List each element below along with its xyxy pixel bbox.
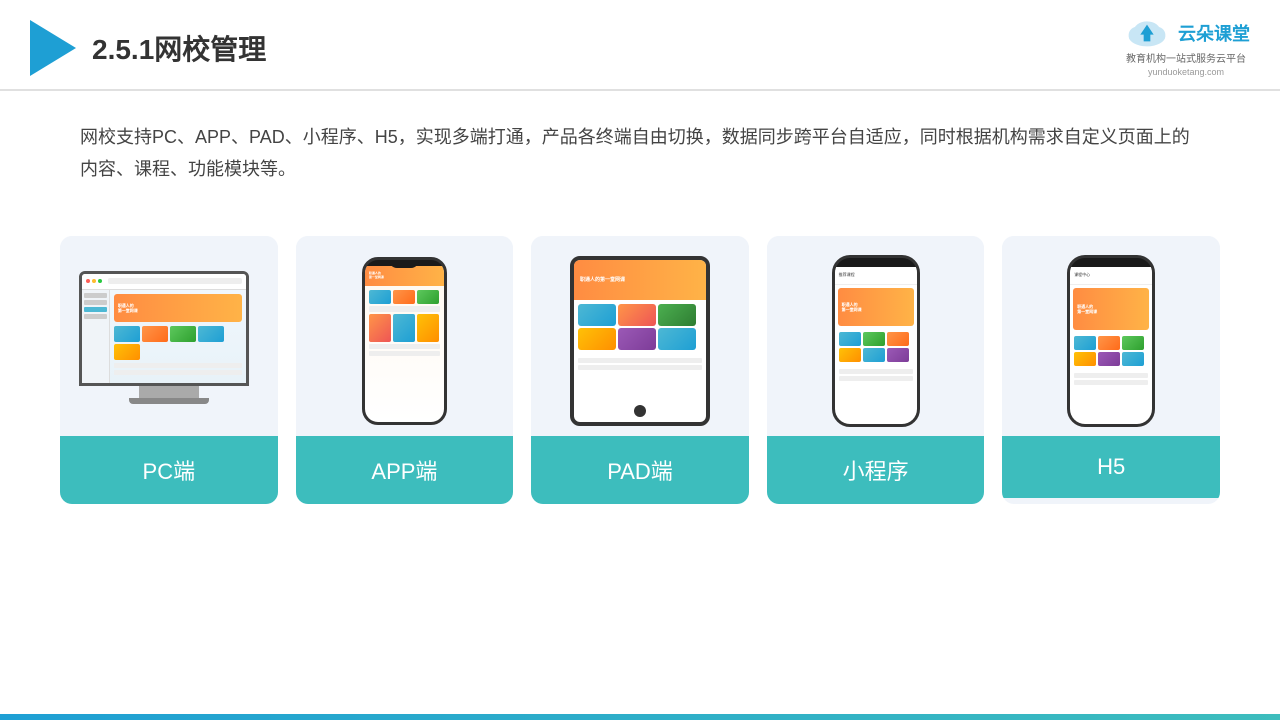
- h5-banner: 职通人的第一堂网课: [1073, 288, 1149, 330]
- tablet-cards: [574, 300, 706, 354]
- logo-triangle-icon: [30, 20, 76, 76]
- card-pad: 职通人的第一堂网课: [531, 236, 749, 504]
- screen-text-line2: [114, 370, 242, 375]
- phone-screen: 职通人的第一堂网课: [365, 266, 444, 422]
- brand-tagline: 教育机构一站式服务云平台: [1126, 50, 1246, 65]
- monitor-base: [129, 398, 209, 404]
- card-app-image: 职通人的第一堂网课: [296, 236, 514, 436]
- cloud-icon: [1122, 18, 1172, 48]
- card-pad-image: 职通人的第一堂网课: [531, 236, 749, 436]
- brand-name: 云朵课堂: [1178, 20, 1250, 46]
- tablet-banner-text: 职通人的第一堂网课: [580, 276, 625, 283]
- mp-title: 推荐课程: [839, 272, 855, 278]
- header: 2.5.1网校管理 云朵课堂 教育机构一站式服务云平台 yunduoketang…: [0, 0, 1280, 91]
- h5-phone-icon: 课程中心 职通人的第一堂网课: [1067, 255, 1155, 427]
- card-app: 职通人的第一堂网课: [296, 236, 514, 504]
- screen-main: 职通人的第一堂网课: [110, 290, 246, 383]
- tablet-text-lines: [574, 354, 706, 376]
- card-miniprogram: 推荐课程 职通人的第一堂网课: [767, 236, 985, 504]
- page-title: 2.5.1网校管理: [92, 28, 266, 68]
- mp-notch: [860, 258, 892, 267]
- card-miniprogram-image: 推荐课程 职通人的第一堂网课: [767, 236, 985, 436]
- mp-items: [835, 329, 917, 365]
- bottom-decoration-line: [0, 714, 1280, 720]
- screen-items: [114, 326, 242, 360]
- card-pc-image: 职通人的第一堂网课: [60, 236, 278, 436]
- mp-banner-text: 职通人的第一堂网课: [842, 302, 862, 312]
- cards-section: 职通人的第一堂网课: [0, 206, 1280, 504]
- miniprogram-phone-icon: 推荐课程 职通人的第一堂网课: [832, 255, 920, 427]
- screen-text-line: [114, 363, 242, 368]
- cloud-logo-container: 云朵课堂: [1122, 18, 1250, 48]
- screen-body: 职通人的第一堂网课: [82, 290, 246, 383]
- description-text: 网校支持PC、APP、PAD、小程序、H5，实现多端打通，产品各终端自由切换，数…: [0, 91, 1280, 196]
- card-app-label: APP端: [296, 436, 514, 504]
- phone-top-text: 职通人的第一堂网课: [369, 272, 384, 279]
- card-pad-label: PAD端: [531, 436, 749, 504]
- brand-logo: 云朵课堂 教育机构一站式服务云平台 yunduoketang.com: [1122, 18, 1250, 77]
- h5-banner-text: 职通人的第一堂网课: [1077, 304, 1097, 314]
- card-h5: 课程中心 职通人的第一堂网课: [1002, 236, 1220, 504]
- screen-header-bar: [82, 274, 246, 290]
- header-left: 2.5.1网校管理: [30, 20, 266, 76]
- screen-address-bar: [108, 278, 242, 284]
- card-h5-label: H5: [1002, 436, 1220, 498]
- monitor-screen: 职通人的第一堂网课: [79, 271, 249, 386]
- page-title-text: 2.5.1网校管理: [92, 34, 266, 65]
- h5-header-text: 课程中心: [1074, 272, 1090, 278]
- app-phone-icon: 职通人的第一堂网课: [362, 257, 447, 425]
- screen-dot-green: [98, 279, 102, 283]
- h5-items: [1070, 333, 1152, 369]
- mp-screen: 推荐课程 职通人的第一堂网课: [835, 267, 917, 424]
- brand-url: yunduoketang.com: [1148, 67, 1224, 77]
- pc-monitor-icon: 职通人的第一堂网课: [79, 271, 259, 411]
- mp-header: 推荐课程: [835, 267, 917, 285]
- mp-text-lines: [835, 365, 917, 381]
- screen-dot-red: [86, 279, 90, 283]
- screen-content: 职通人的第一堂网课: [82, 274, 246, 383]
- h5-screen: 课程中心 职通人的第一堂网课: [1070, 267, 1152, 424]
- card-h5-image: 课程中心 职通人的第一堂网课: [1002, 236, 1220, 436]
- h5-text-lines: [1070, 369, 1152, 389]
- mp-banner: 职通人的第一堂网课: [838, 288, 914, 326]
- phone-notch: [389, 260, 419, 268]
- description-paragraph: 网校支持PC、APP、PAD、小程序、H5，实现多端打通，产品各终端自由切换，数…: [80, 121, 1200, 186]
- tablet-screen: 职通人的第一堂网课: [574, 260, 706, 422]
- phone-top-bar: 职通人的第一堂网课: [365, 266, 444, 286]
- phone-body-content: [365, 286, 444, 360]
- card-miniprogram-label: 小程序: [767, 436, 985, 504]
- h5-notch: [1095, 258, 1127, 267]
- tablet-banner: 职通人的第一堂网课: [574, 260, 706, 300]
- card-pc-label: PC端: [60, 436, 278, 504]
- h5-header: 课程中心: [1070, 267, 1152, 285]
- monitor-stand: [139, 386, 199, 398]
- card-pc: 职通人的第一堂网课: [60, 236, 278, 504]
- pad-tablet-icon: 职通人的第一堂网课: [570, 256, 710, 426]
- tablet-home-bar: [634, 405, 646, 417]
- screen-sidebar: [82, 290, 110, 383]
- screen-dot-yellow: [92, 279, 96, 283]
